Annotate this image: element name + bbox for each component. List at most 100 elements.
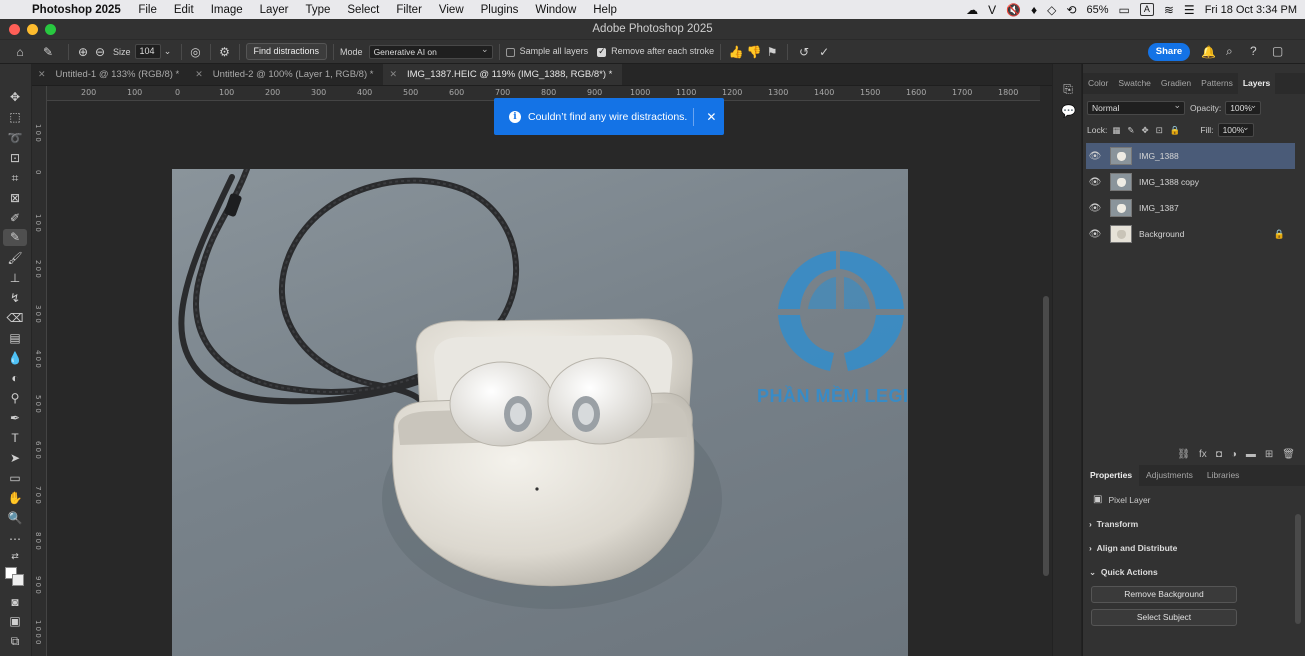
notifications-bell-icon[interactable]: 🔔	[1201, 45, 1216, 59]
menu-plugins[interactable]: Plugins	[472, 4, 527, 16]
transform-section[interactable]: › Transform	[1089, 519, 1138, 529]
clone-stamp-tool-icon[interactable]: ⊥	[3, 270, 27, 287]
lock-pixels-icon[interactable]: ✎	[1127, 125, 1134, 136]
tab-properties[interactable]: Properties	[1083, 465, 1140, 486]
rectangle-tool-icon[interactable]: ▭	[3, 470, 27, 487]
tab-untitled-2[interactable]: ✕ Untitled-2 @ 100% (Layer 1, RGB/8) *	[189, 64, 383, 85]
settings-gear-icon[interactable]: ⚙	[217, 45, 233, 59]
layer-row[interactable]: 👁 IMG_1388	[1086, 143, 1295, 169]
gradient-tool-icon[interactable]: ▤	[3, 330, 27, 347]
close-window-button[interactable]	[9, 24, 20, 35]
close-toast-icon[interactable]: ✕	[706, 110, 716, 124]
tab-swatches[interactable]: Swatche	[1113, 73, 1156, 94]
menu-file[interactable]: File	[130, 4, 166, 16]
screen-mode-icon[interactable]: ▣	[3, 613, 27, 630]
select-subject-button[interactable]: Select Subject	[1091, 609, 1237, 626]
workspace-icon[interactable]: ▢	[1272, 44, 1283, 58]
search-icon[interactable]: ⌕	[1226, 44, 1233, 59]
tab-gradients[interactable]: Gradien	[1156, 73, 1196, 94]
pen-tool-icon[interactable]: ✒	[3, 410, 27, 427]
layer-style-fx-icon[interactable]: fx	[1199, 449, 1207, 460]
tab-adjustments[interactable]: Adjustments	[1139, 465, 1200, 486]
menu-select[interactable]: Select	[339, 4, 388, 16]
visibility-eye-icon[interactable]: 👁	[1086, 203, 1104, 214]
earbuds-photo[interactable]: PHẦN MỀM LEGIT	[172, 169, 908, 656]
lock-position-icon[interactable]: ✥	[1141, 125, 1148, 136]
document-canvas[interactable]: PHẦN MỀM LEGIT	[47, 101, 1040, 656]
close-tab-icon[interactable]: ✕	[389, 69, 397, 79]
thumbs-up-icon[interactable]: 👍	[727, 45, 745, 59]
delete-layer-icon[interactable]: 🗑	[1282, 449, 1295, 460]
menu-window[interactable]: Window	[527, 4, 585, 16]
swap-colors-icon[interactable]: ⇄	[3, 548, 27, 565]
layer-row[interactable]: 👁 IMG_1387	[1086, 195, 1295, 221]
align-distribute-section[interactable]: › Align and Distribute	[1089, 543, 1177, 553]
fill-field[interactable]: 100%	[1217, 121, 1254, 137]
add-mask-icon[interactable]: ◘	[1216, 449, 1222, 460]
type-tool-icon[interactable]: T	[3, 430, 27, 447]
tab-img-1387[interactable]: ✕ IMG_1387.HEIC @ 119% (IMG_1388, RGB/8*)…	[383, 64, 623, 85]
path-selection-tool-icon[interactable]: ➤	[3, 450, 27, 467]
location-icon[interactable]: ♦	[1031, 3, 1037, 17]
vertical-ruler[interactable]: 1 0 0 0 1 0 0 2 0 0 3 0 0 4 0 0 5 0 0 6 …	[32, 86, 47, 656]
lock-transparent-icon[interactable]: ▦	[1112, 125, 1120, 136]
visibility-eye-icon[interactable]: 👁	[1086, 177, 1104, 188]
remove-tool-icon[interactable]: ✎	[3, 229, 27, 246]
flag-icon[interactable]: ⚑	[763, 45, 781, 59]
remove-background-button[interactable]: Remove Background	[1091, 586, 1237, 603]
magnifier-dodge-icon[interactable]: ⚲	[3, 390, 27, 407]
commit-checkmark-icon[interactable]: ✓	[814, 45, 834, 59]
history-panel-icon[interactable]: ⎘	[1061, 82, 1075, 96]
opacity-field[interactable]: 100%	[1225, 99, 1262, 115]
sample-all-layers-checkbox[interactable]: Sample all layers	[505, 46, 588, 57]
pressure-size-icon[interactable]: ◎	[188, 45, 204, 59]
close-tab-icon[interactable]: ✕	[195, 69, 203, 79]
vpn-icon[interactable]: V	[988, 3, 996, 17]
visibility-eye-icon[interactable]: 👁	[1086, 229, 1104, 240]
subtract-mode-icon[interactable]: ⊖	[91, 45, 109, 59]
lock-artboard-icon[interactable]: ⊡	[1156, 125, 1163, 136]
blend-mode-select[interactable]: Normal	[1087, 99, 1185, 115]
link-layers-icon[interactable]: ⛓	[1177, 449, 1190, 460]
close-tab-icon[interactable]: ✕	[38, 69, 46, 79]
menu-edit[interactable]: Edit	[165, 4, 202, 16]
crop-tool-icon[interactable]: ⌗	[3, 170, 27, 187]
quick-mask-icon[interactable]: ◙	[3, 594, 27, 611]
visibility-eye-icon[interactable]: 👁	[1086, 151, 1104, 162]
size-dropdown-chevron-icon[interactable]: ⌄	[161, 46, 175, 57]
tab-untitled-1[interactable]: ✕ Untitled-1 @ 133% (RGB/8) *	[32, 64, 189, 85]
more-tools-icon[interactable]: ⋯	[3, 531, 27, 548]
dropbox-icon[interactable]: ◇	[1047, 3, 1056, 17]
mode-select[interactable]: Generative AI on	[368, 43, 493, 59]
find-distractions-button[interactable]: Find distractions	[245, 43, 328, 60]
app-menu[interactable]: Photoshop 2025	[30, 4, 130, 16]
tab-patterns[interactable]: Patterns	[1196, 73, 1238, 94]
menubar-clock[interactable]: Fri 18 Oct 3:34 PM	[1205, 4, 1297, 16]
hand-tool-icon[interactable]: ✋	[3, 490, 27, 507]
help-icon[interactable]: ?	[1250, 44, 1257, 58]
menu-image[interactable]: Image	[202, 4, 251, 16]
remove-after-stroke-checkbox[interactable]: Remove after each stroke	[597, 46, 714, 57]
adjustment-layer-icon[interactable]: ◑	[1231, 449, 1237, 460]
zoom-tool-icon[interactable]: 🔍	[3, 510, 27, 527]
canvas-vertical-scrollbar[interactable]	[1040, 86, 1052, 656]
quick-actions-section[interactable]: ⌄ Quick Actions	[1089, 567, 1158, 578]
home-icon[interactable]: ⌂	[6, 45, 34, 59]
tab-layers[interactable]: Layers	[1237, 73, 1276, 94]
dodge-tool-icon[interactable]: ◐	[3, 370, 27, 387]
input-source-indicator[interactable]: A	[1139, 3, 1154, 16]
menu-layer[interactable]: Layer	[251, 4, 297, 16]
marquee-tool-icon[interactable]: ⬚	[3, 109, 27, 126]
brush-size-field[interactable]: 104	[134, 44, 161, 59]
thumbs-down-icon[interactable]: 👎	[745, 45, 763, 59]
add-mode-icon[interactable]: ⊕	[75, 45, 91, 59]
scrollbar-thumb[interactable]	[1043, 296, 1049, 576]
zoom-window-button[interactable]	[45, 24, 56, 35]
blur-tool-icon[interactable]: 💧	[3, 350, 27, 367]
mute-icon[interactable]: 🔇	[1006, 3, 1021, 17]
wifi-icon[interactable]: ≋	[1164, 3, 1174, 17]
menu-filter[interactable]: Filter	[388, 4, 431, 16]
frame-tool-icon[interactable]: ⊠	[3, 190, 27, 207]
tab-libraries[interactable]: Libraries	[1200, 465, 1247, 486]
layer-row[interactable]: 👁 IMG_1388 copy	[1086, 169, 1295, 195]
